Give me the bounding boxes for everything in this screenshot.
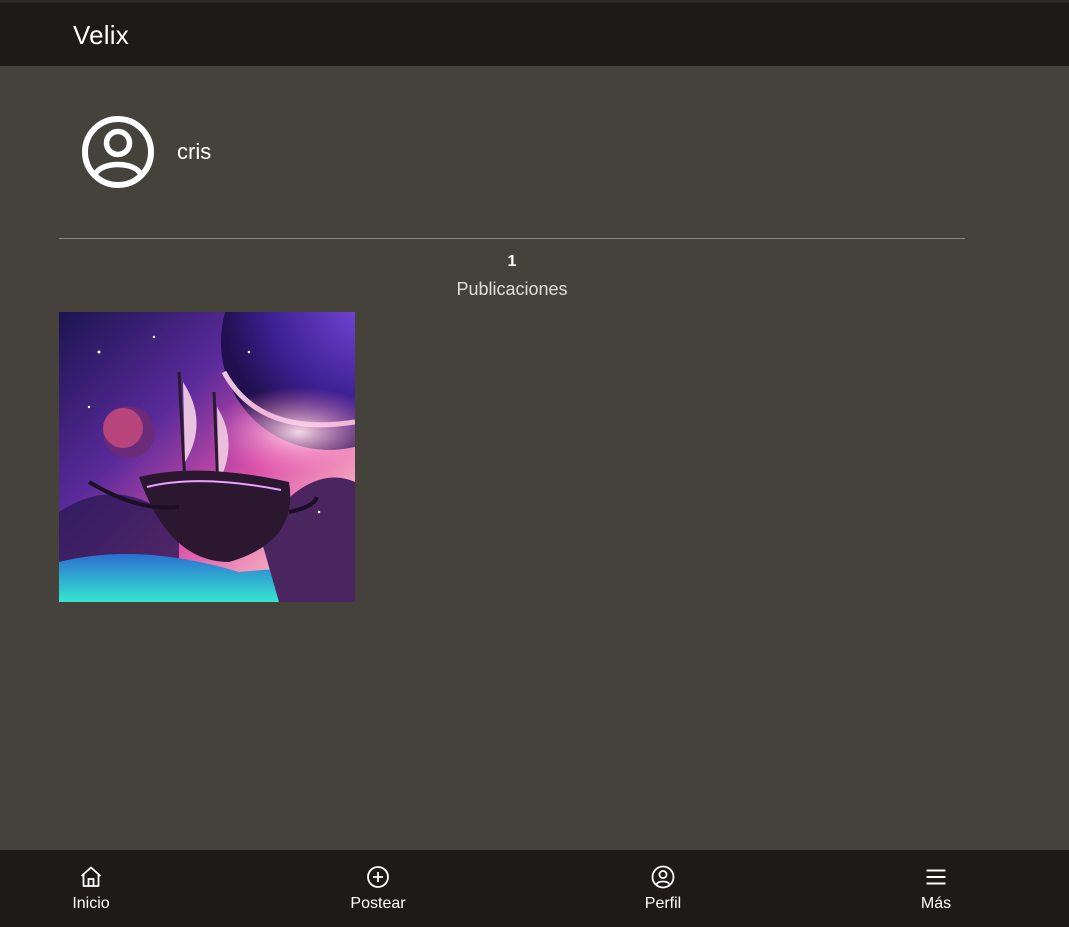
top-app-bar: Velix <box>0 0 1069 66</box>
nav-label-mas: Más <box>920 895 952 912</box>
profile-username: cris <box>177 139 212 164</box>
menu-icon <box>926 869 946 885</box>
home-icon <box>80 866 102 887</box>
nav-label-inicio: Inicio <box>72 895 110 912</box>
user-circle-icon <box>82 116 154 188</box>
user-circle-icon <box>651 865 675 889</box>
posts-count: 1 <box>507 253 517 270</box>
app-title[interactable]: Velix <box>73 20 129 51</box>
nav-label-perfil: Perfil <box>644 895 682 912</box>
bottom-nav: Inicio Postear Perfil Más <box>0 850 1069 927</box>
space-pirate-ship-image <box>59 312 355 602</box>
posts-stat: 1 Publicaciones <box>412 252 612 300</box>
post-thumbnail[interactable] <box>59 312 355 602</box>
nav-item-mas[interactable]: Más <box>876 864 996 914</box>
nav-item-perfil[interactable]: Perfil <box>603 864 723 914</box>
nav-item-inicio[interactable]: Inicio <box>31 864 151 914</box>
posts-label: Publicaciones <box>456 279 568 299</box>
plus-circle-icon <box>367 866 389 888</box>
nav-item-postear[interactable]: Postear <box>318 864 438 914</box>
profile-divider <box>59 238 965 239</box>
nav-label-postear: Postear <box>350 895 406 912</box>
